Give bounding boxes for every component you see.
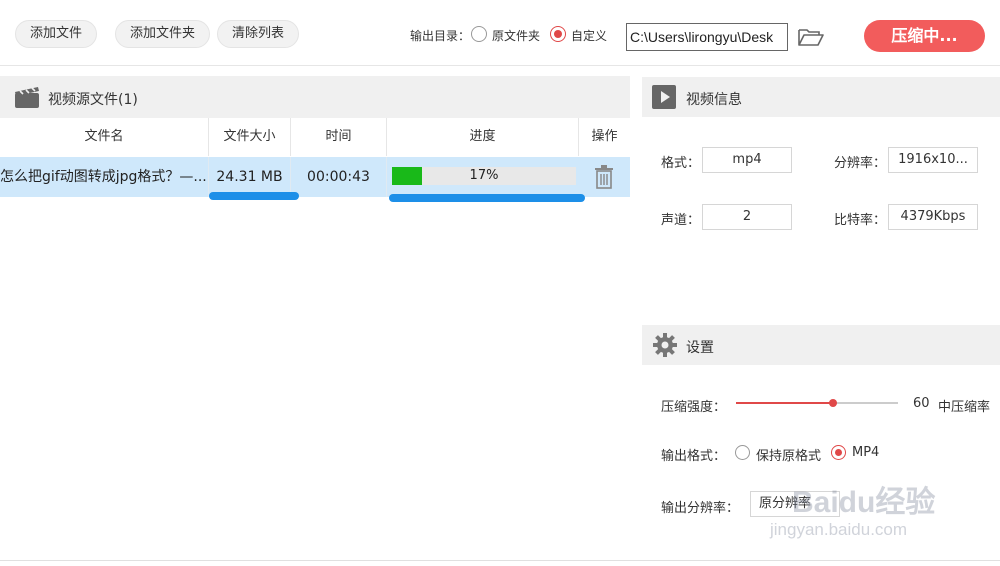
video-info-header: 视频信息 [642, 77, 1000, 117]
row-time: 00:00:43 [291, 157, 387, 197]
radio-custom-label: 自定义 [571, 29, 608, 43]
radio-source-folder[interactable] [471, 26, 487, 42]
resolution-label: 分辨率： [834, 156, 887, 171]
settings-title: 设置 [686, 340, 714, 356]
video-info-title: 视频信息 [686, 92, 742, 108]
strength-slider-fill [736, 402, 834, 404]
col-progress[interactable]: 进度 [387, 118, 579, 156]
baidu-watermark-url: jingyan.baidu.com [770, 520, 908, 539]
col-actions: 操作 [579, 118, 630, 156]
strength-slider-thumb[interactable] [829, 399, 838, 407]
strength-value: 60 [913, 396, 930, 411]
output-resolution-label: 输出分辨率： [661, 501, 740, 516]
folder-open-icon[interactable] [797, 26, 825, 48]
output-dir-label: 输出目录： [410, 29, 471, 43]
add-folder-button[interactable]: 添加文件夹 [115, 20, 211, 48]
strength-desc: 中压缩率 [938, 400, 991, 415]
format-label: 格式： [661, 156, 701, 171]
bitrate-value: 4379Kbps [888, 204, 978, 230]
row-filename: 怎么把gif动图转成jpg格式？—... [0, 157, 209, 197]
film-clapper-icon [15, 87, 39, 108]
bitrate-label: 比特率： [834, 213, 887, 228]
row-filesize: 24.31 MB [209, 157, 291, 197]
settings-header: 设置 [642, 325, 1000, 365]
radio-source-folder-label: 原文件夹 [492, 29, 541, 43]
radio-mp4-label: MP4 [852, 445, 880, 460]
add-file-button[interactable]: 添加文件 [15, 20, 98, 48]
channel-value: 2 [702, 204, 792, 230]
channel-label: 声道： [661, 213, 701, 228]
trash-icon[interactable] [594, 165, 614, 189]
strength-slider[interactable] [736, 399, 898, 407]
size-highlight-mark [209, 192, 299, 200]
output-path-input[interactable]: C:\Users\lirongyu\Desk [626, 23, 788, 51]
toolbar: 添加文件 添加文件夹 清除列表 输出目录： 原文件夹 自定义 C:\Users\… [0, 0, 1000, 66]
output-format-label: 输出格式： [661, 449, 727, 464]
progress-highlight-mark [389, 194, 585, 202]
format-value: mp4 [702, 147, 792, 173]
progress-text: 17% [469, 168, 499, 183]
strength-label: 压缩强度： [661, 400, 727, 415]
resolution-value: 1916x10... [888, 147, 978, 173]
col-filesize[interactable]: 文件大小 [209, 118, 291, 156]
col-filename[interactable]: 文件名 [0, 118, 209, 156]
table-row[interactable]: 怎么把gif动图转成jpg格式？—... 24.31 MB 00:00:43 1… [0, 157, 630, 197]
radio-keep-format-label: 保持原格式 [756, 449, 822, 464]
play-icon [652, 85, 676, 109]
radio-keep-format[interactable] [735, 445, 750, 460]
radio-mp4[interactable] [831, 445, 846, 460]
gear-icon [653, 333, 677, 357]
col-time[interactable]: 时间 [291, 118, 387, 156]
radio-custom[interactable] [550, 26, 566, 42]
source-files-header: 视频源文件(1) [0, 76, 630, 118]
source-files-title: 视频源文件(1) [48, 92, 138, 108]
bottom-divider [0, 560, 1000, 561]
baidu-watermark: Baidu经验 [792, 486, 936, 519]
compress-button[interactable]: 压缩中... [864, 20, 985, 52]
clear-list-button[interactable]: 清除列表 [217, 20, 300, 48]
